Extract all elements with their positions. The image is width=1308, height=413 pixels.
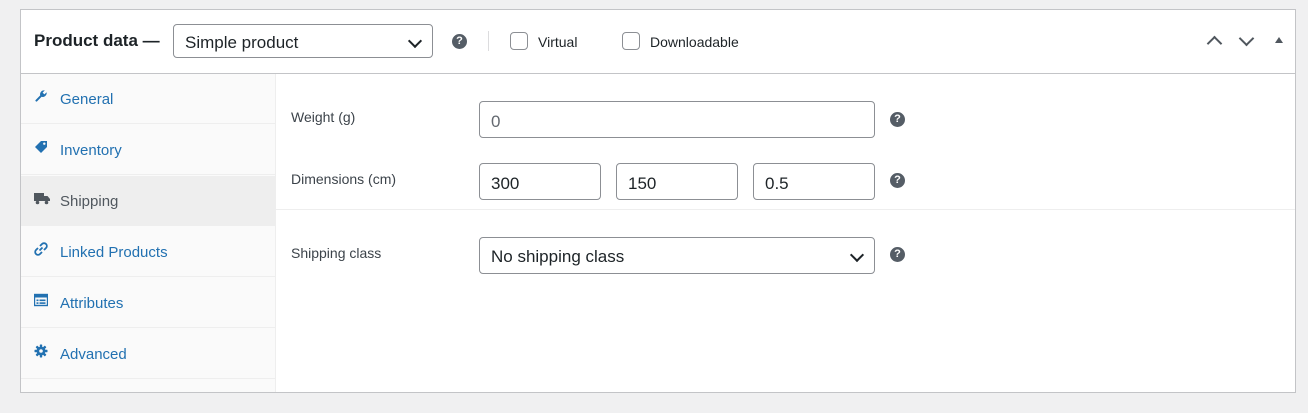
tab-advanced[interactable]: Advanced: [21, 329, 275, 379]
move-up-icon[interactable]: [1206, 35, 1223, 52]
section-divider: [276, 209, 1295, 210]
weight-input[interactable]: 0: [479, 101, 875, 138]
chevron-down-icon: [849, 247, 865, 263]
move-down-icon[interactable]: [1238, 30, 1255, 47]
weight-label: Weight (g): [291, 109, 356, 125]
shipping-class-value: No shipping class: [491, 247, 625, 266]
weight-help-icon[interactable]: ?: [890, 112, 905, 127]
truck-icon: [34, 193, 50, 205]
width-input[interactable]: 150: [616, 163, 738, 200]
height-input[interactable]: 0.5: [753, 163, 875, 200]
link-icon: [34, 242, 48, 256]
product-data-panel: Product data — Simple product ? Virtual …: [20, 9, 1296, 393]
shipping-class-select[interactable]: No shipping class: [479, 237, 875, 274]
downloadable-label[interactable]: Downloadable: [650, 34, 739, 50]
tab-shipping[interactable]: Shipping: [21, 176, 275, 226]
shipping-class-help-icon[interactable]: ?: [890, 247, 905, 262]
header-divider: [488, 31, 489, 51]
tab-linked-products-label: Linked Products: [60, 244, 168, 261]
tab-general[interactable]: General: [21, 74, 275, 124]
tab-general-label: General: [60, 91, 114, 108]
collapse-toggle-icon[interactable]: [1275, 37, 1283, 43]
tag-icon: [35, 141, 47, 153]
tab-shipping-label: Shipping: [60, 193, 119, 210]
product-type-value: Simple product: [185, 33, 299, 52]
wrench-icon: [35, 90, 47, 102]
tab-advanced-label: Advanced: [60, 346, 127, 363]
dimensions-label: Dimensions (cm): [291, 171, 397, 187]
panel-header: Product data — Simple product ? Virtual …: [21, 10, 1295, 74]
virtual-label[interactable]: Virtual: [538, 34, 577, 50]
product-data-tabs: General Inventory Shipping Linked Produc…: [21, 74, 276, 392]
downloadable-checkbox[interactable]: [622, 32, 640, 50]
list-icon: [34, 293, 48, 307]
shipping-class-label: Shipping class: [291, 245, 382, 261]
tab-inventory[interactable]: Inventory: [21, 125, 275, 175]
product-type-select[interactable]: Simple product: [173, 24, 433, 58]
tab-inventory-label: Inventory: [60, 142, 122, 159]
chevron-down-icon: [407, 33, 423, 49]
product-type-help-icon[interactable]: ?: [452, 34, 467, 49]
panel-title: Product data —: [34, 31, 160, 50]
shipping-panel: Weight (g) 0 ? Dimensions (cm) 300 150 0…: [276, 74, 1295, 392]
length-input[interactable]: 300: [479, 163, 601, 200]
virtual-checkbox[interactable]: [510, 32, 528, 50]
dimensions-help-icon[interactable]: ?: [890, 173, 905, 188]
tab-attributes[interactable]: Attributes: [21, 278, 275, 328]
gear-icon: [34, 344, 48, 358]
tab-attributes-label: Attributes: [60, 295, 124, 312]
tab-linked-products[interactable]: Linked Products: [21, 227, 275, 277]
